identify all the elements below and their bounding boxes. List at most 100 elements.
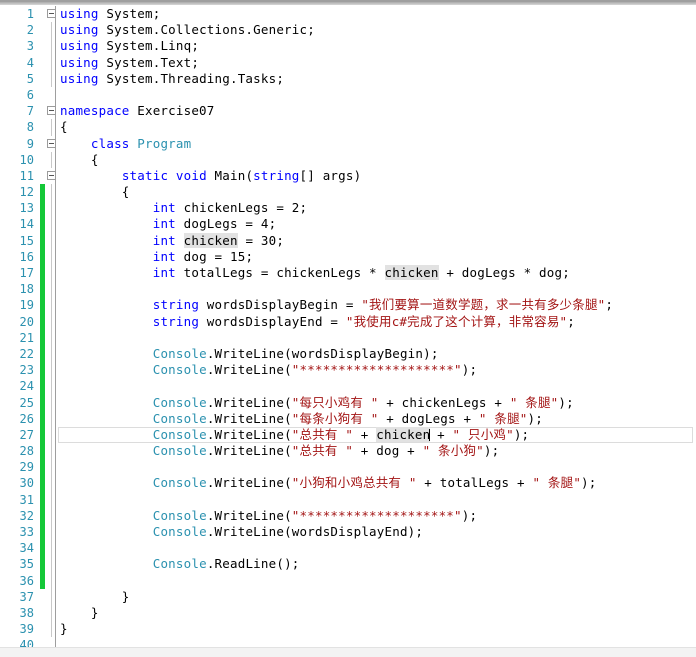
outline-guide-icon [51,475,52,492]
code-line[interactable]: 25 Console.WriteLine("每只小鸡有 " + chickenL… [0,394,696,411]
code-line[interactable]: 35 Console.ReadLine(); [0,556,696,573]
code-line[interactable]: 7 namespace Exercise07 [0,103,696,119]
change-bar [40,6,45,22]
code-line[interactable]: 15 int chicken = 30; [0,232,696,249]
code-line[interactable]: 31 [0,491,696,508]
line-text: int dogLegs = 4; [152,216,277,232]
code-line[interactable]: 6 [0,87,696,103]
code-line[interactable]: 10 { [0,151,696,168]
change-bar [40,491,45,508]
outline-guide-icon [51,524,52,541]
line-number: 10 [19,152,34,167]
code-line[interactable]: 28 Console.WriteLine("总共有 " + dog + " 条小… [0,443,696,460]
line-number: 2 [26,23,34,38]
line-text: Console.WriteLine(wordsDisplayBegin); [152,345,439,361]
collapse-icon[interactable] [47,138,57,149]
code-line[interactable]: 38 } [0,604,696,622]
code-line[interactable]: 27 Console.WriteLine("总共有 " + chicken + … [0,426,696,444]
code-line[interactable]: 3 using System.Linq; [0,38,696,55]
line-number: 16 [19,249,34,264]
outline-guide-icon [51,604,52,622]
change-bar [40,475,45,492]
code-line[interactable]: 2 using System.Collections.Generic; [0,22,696,39]
code-line[interactable]: 9 class Program [0,136,696,152]
line-text: class Program [90,135,192,151]
code-line[interactable]: 26 Console.WriteLine("每条小狗有 " + dogLegs … [0,410,696,427]
line-text: int dog = 15; [152,248,254,264]
line-text: using System; [60,6,161,21]
line-number: 5 [26,71,34,86]
change-bar [40,524,45,541]
change-bar [40,22,45,38]
code-line[interactable]: 36 [0,572,696,589]
code-line[interactable]: 16 int dog = 15; [0,248,696,265]
code-lines[interactable]: 1 using System; 2 using System.Collections.… [0,6,696,650]
collapse-icon[interactable] [47,106,57,116]
code-line[interactable]: 34 [0,540,696,557]
code-line[interactable]: 21 [0,329,696,346]
change-bar [40,394,45,411]
outline-guide-icon [51,232,52,249]
code-line[interactable]: 30 Console.WriteLine("小狗和小鸡总共有 " + total… [0,475,696,492]
change-bar [40,232,45,249]
line-text: } [60,588,130,604]
code-line[interactable]: 23 Console.WriteLine("******************… [0,362,696,379]
line-number: 24 [19,379,34,394]
code-line[interactable]: 13 int chickenLegs = 2; [0,200,696,217]
line-number: 35 [19,557,34,572]
outline-guide-icon [51,459,52,476]
code-line[interactable]: 18 [0,281,696,298]
collapse-icon[interactable] [47,9,57,19]
change-bar [40,136,45,152]
code-line[interactable]: 22 Console.WriteLine(wordsDisplayBegin); [0,345,696,363]
code-editor[interactable]: 1 using System; 2 using System.Collections.… [0,0,696,657]
code-line[interactable]: 39} [0,621,696,638]
code-line[interactable]: 1 using System; [0,6,696,22]
outline-guide-icon [51,200,52,217]
code-text-area[interactable]: 1 using System; 2 using System.Collections.… [0,6,696,650]
code-line[interactable]: 5 using System.Threading.Tasks; [0,70,696,87]
line-text: using System.Collections.Generic; [60,22,315,38]
outline-guide-icon [51,265,52,282]
line-number: 19 [19,298,34,313]
change-bar [40,265,45,282]
line-text: static void Main(string[] args) [121,167,362,183]
line-text: { [60,119,68,135]
line-text: Console.WriteLine("总共有 " + dog + " 条小狗")… [152,443,500,459]
code-line[interactable]: 20 string wordsDisplayEnd = "我使用c#完成了这个计… [0,313,696,330]
change-bar [40,605,45,621]
code-line[interactable]: 8{ [0,119,696,136]
code-line[interactable]: 37 } [0,588,696,605]
code-line[interactable]: 32 Console.WriteLine("******************… [0,507,696,524]
outline-guide-icon [51,216,52,233]
collapse-icon[interactable] [47,170,57,181]
change-bar [40,200,45,217]
line-number: 12 [19,185,34,200]
code-line[interactable]: 17 int totalLegs = chickenLegs * chicken… [0,265,696,282]
outline-guide-icon [51,621,52,638]
change-bar [40,38,45,54]
code-line[interactable]: 24 [0,378,696,395]
change-bar [40,216,45,233]
outline-guide-icon [51,281,52,298]
line-text: int chicken = 30; [152,232,285,248]
line-number: 33 [19,525,34,539]
outline-guide-icon [51,572,52,589]
outline-guide-icon [51,588,52,605]
outline-guide-icon [51,410,52,427]
line-text: Console.WriteLine("每只小鸡有 " + chickenLegs… [152,394,574,410]
code-line[interactable]: 14 int dogLegs = 4; [0,216,696,233]
code-line[interactable]: 19 string wordsDisplayBegin = "我们要算一道数学题… [0,297,696,314]
line-number: 32 [19,508,34,523]
code-line[interactable]: 4 using System.Text; [0,54,696,71]
code-line[interactable]: 33 Console.WriteLine(wordsDisplayEnd); [0,524,696,541]
line-number: 30 [19,476,34,491]
change-bar [40,297,45,314]
code-line[interactable]: 12 { [0,184,696,201]
code-line[interactable]: 29 [0,459,696,476]
change-bar [40,281,45,298]
change-bar [40,71,45,87]
code-line[interactable]: 11 static void Main(string[] args) [0,168,696,184]
change-bar [40,119,45,135]
line-number: 17 [19,266,34,280]
